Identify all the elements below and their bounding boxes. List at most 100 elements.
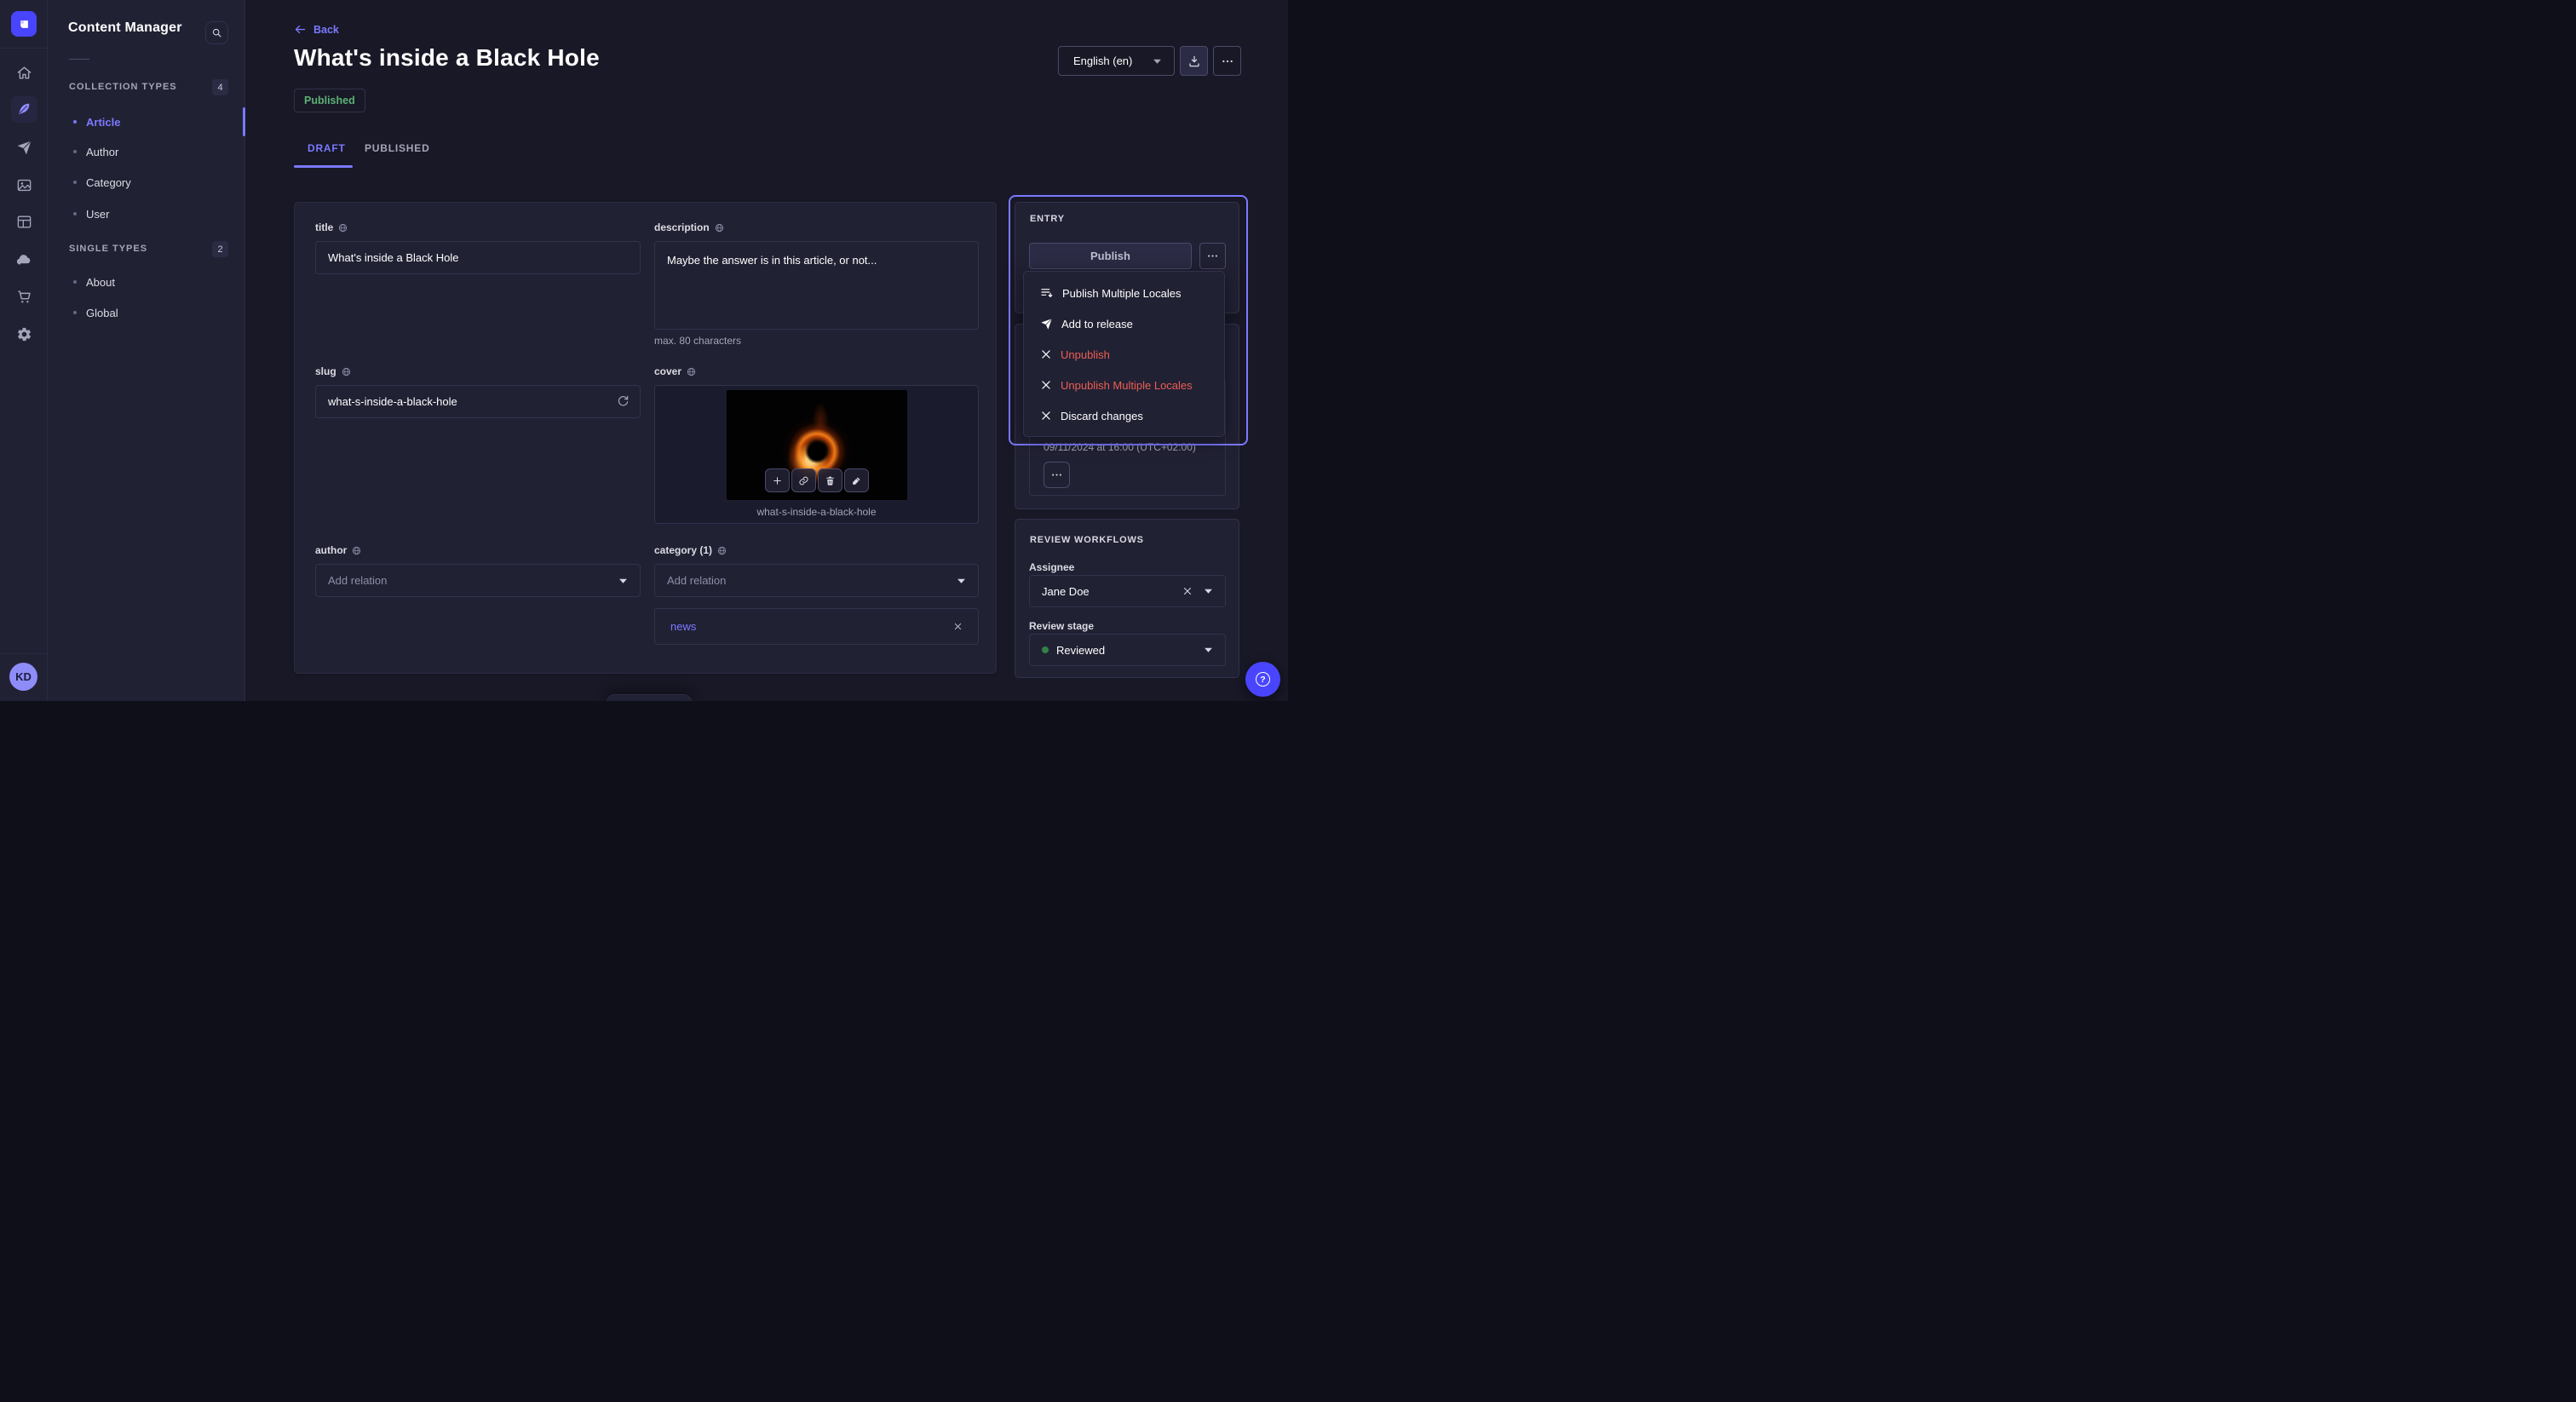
rail-item-home[interactable] [0, 55, 48, 89]
date-more-button[interactable] [1044, 462, 1070, 488]
link-icon [798, 475, 809, 486]
globe-icon [687, 367, 696, 376]
locale-select[interactable]: English (en) [1058, 46, 1175, 76]
sidebar-search-button[interactable] [205, 21, 228, 44]
rail-item-content-type-builder[interactable] [0, 204, 48, 238]
field-label-text: author [315, 544, 347, 556]
category-tag-news[interactable]: news [670, 620, 953, 633]
assignee-value: Jane Doe [1042, 585, 1182, 598]
nav-rail: KD [0, 0, 48, 701]
question-mark-icon: ? [1256, 672, 1270, 687]
menu-item-label: Add to release [1061, 318, 1133, 330]
collection-types-count-badge: 4 [212, 79, 228, 95]
more-horizontal-icon [1221, 55, 1234, 68]
rail-item-cloud[interactable] [0, 243, 48, 277]
images-icon [16, 177, 32, 193]
help-button[interactable]: ? [1245, 662, 1280, 697]
close-icon [1040, 348, 1052, 360]
gear-icon [16, 326, 32, 342]
cover-add-button[interactable] [765, 468, 790, 492]
back-link[interactable]: Back [294, 23, 339, 36]
sidebar-divider [69, 59, 89, 60]
rail-item-settings[interactable] [0, 317, 48, 351]
cover-edit-button[interactable] [844, 468, 869, 492]
bullet-icon [73, 212, 77, 215]
category-relation-select[interactable]: Add relation [654, 564, 979, 597]
collapsed-bottom-panel[interactable] [607, 694, 692, 701]
active-item-indicator [243, 107, 245, 136]
chevron-down-icon [1153, 58, 1162, 65]
close-icon [953, 622, 963, 631]
menu-item-publish-multiple-locales[interactable]: Publish Multiple Locales [1024, 278, 1224, 308]
remove-tag-button[interactable] [953, 622, 963, 631]
author-relation-select[interactable]: Add relation [315, 564, 641, 597]
sidebar-item-global[interactable]: Global [69, 302, 231, 324]
cover-image-black-hole[interactable] [727, 390, 907, 500]
title-input[interactable] [315, 241, 641, 274]
menu-item-discard-changes[interactable]: Discard changes [1024, 400, 1224, 431]
close-icon [1040, 379, 1052, 391]
description-field-label: description [654, 221, 724, 233]
menu-item-unpublish-multiple-locales[interactable]: Unpublish Multiple Locales [1024, 370, 1224, 400]
stage-status-dot [1042, 646, 1049, 653]
chevron-down-icon [1204, 588, 1213, 595]
trash-icon [825, 475, 836, 486]
sidebar-item-label: Article [86, 116, 120, 129]
section-label-collection-types: COLLECTION TYPES [69, 82, 177, 92]
menu-item-label: Unpublish Multiple Locales [1061, 379, 1193, 392]
globe-icon [352, 546, 361, 555]
sidebar-item-category[interactable]: Category [69, 171, 231, 193]
download-icon [1187, 55, 1201, 68]
section-label-single-types: SINGLE TYPES [69, 244, 147, 254]
menu-item-label: Publish Multiple Locales [1062, 287, 1181, 300]
header-more-button[interactable] [1213, 46, 1241, 76]
sidebar-item-article[interactable]: Article [69, 111, 231, 133]
menu-item-label: Discard changes [1061, 410, 1143, 422]
regenerate-slug-button[interactable] [617, 394, 630, 407]
published-date-text: 09/11/2024 at 16:00 (UTC+02:00) [1044, 441, 1196, 453]
plus-icon [772, 475, 783, 486]
close-icon [1182, 586, 1193, 596]
menu-item-label: Unpublish [1061, 348, 1110, 361]
review-stage-select[interactable]: Reviewed [1029, 634, 1226, 666]
page-title: What's inside a Black Hole [294, 44, 600, 72]
tab-published[interactable]: PUBLISHED [365, 142, 430, 154]
active-tab-underline [294, 165, 353, 168]
field-label-text: title [315, 221, 333, 233]
entry-more-button[interactable] [1199, 243, 1226, 269]
clear-assignee-button[interactable] [1182, 586, 1193, 596]
strapi-logo-icon [16, 16, 32, 32]
menu-item-unpublish[interactable]: Unpublish [1024, 339, 1224, 370]
rail-item-media-library[interactable] [0, 168, 48, 202]
cover-delete-button[interactable] [818, 468, 842, 492]
rail-item-content-manager[interactable] [0, 92, 48, 126]
more-horizontal-icon [1050, 468, 1063, 481]
strapi-logo[interactable] [11, 11, 37, 37]
field-label-text: description [654, 221, 710, 233]
bullet-icon [73, 311, 77, 314]
cover-copy-link-button[interactable] [791, 468, 816, 492]
slug-field-label: slug [315, 365, 351, 377]
pen-icon [851, 475, 862, 486]
sidebar-item-about[interactable]: About [69, 271, 231, 293]
sidebar-item-user[interactable]: User [69, 203, 231, 225]
menu-item-add-to-release[interactable]: Add to release [1024, 308, 1224, 339]
entry-actions-menu: Publish Multiple Locales Add to release … [1023, 271, 1225, 437]
cloud-icon [15, 251, 32, 268]
sidebar-item-author[interactable]: Author [69, 141, 231, 163]
rail-item-releases[interactable] [0, 130, 48, 164]
description-textarea[interactable]: Maybe the answer is in this article, or … [654, 241, 979, 330]
review-stage-label: Review stage [1029, 620, 1094, 632]
download-button[interactable] [1180, 46, 1208, 76]
rail-item-marketplace[interactable] [0, 279, 48, 313]
rail-divider-bottom [0, 653, 48, 654]
globe-icon [342, 367, 351, 376]
user-avatar[interactable]: KD [9, 663, 37, 691]
publish-button[interactable]: Publish [1029, 243, 1192, 269]
field-label-text: slug [315, 365, 336, 377]
assignee-select[interactable]: Jane Doe [1029, 575, 1226, 607]
category-tag-row: news [654, 608, 979, 645]
tab-draft[interactable]: DRAFT [308, 142, 346, 154]
slug-input[interactable] [315, 385, 641, 418]
sidebar-item-label: Category [86, 176, 131, 189]
